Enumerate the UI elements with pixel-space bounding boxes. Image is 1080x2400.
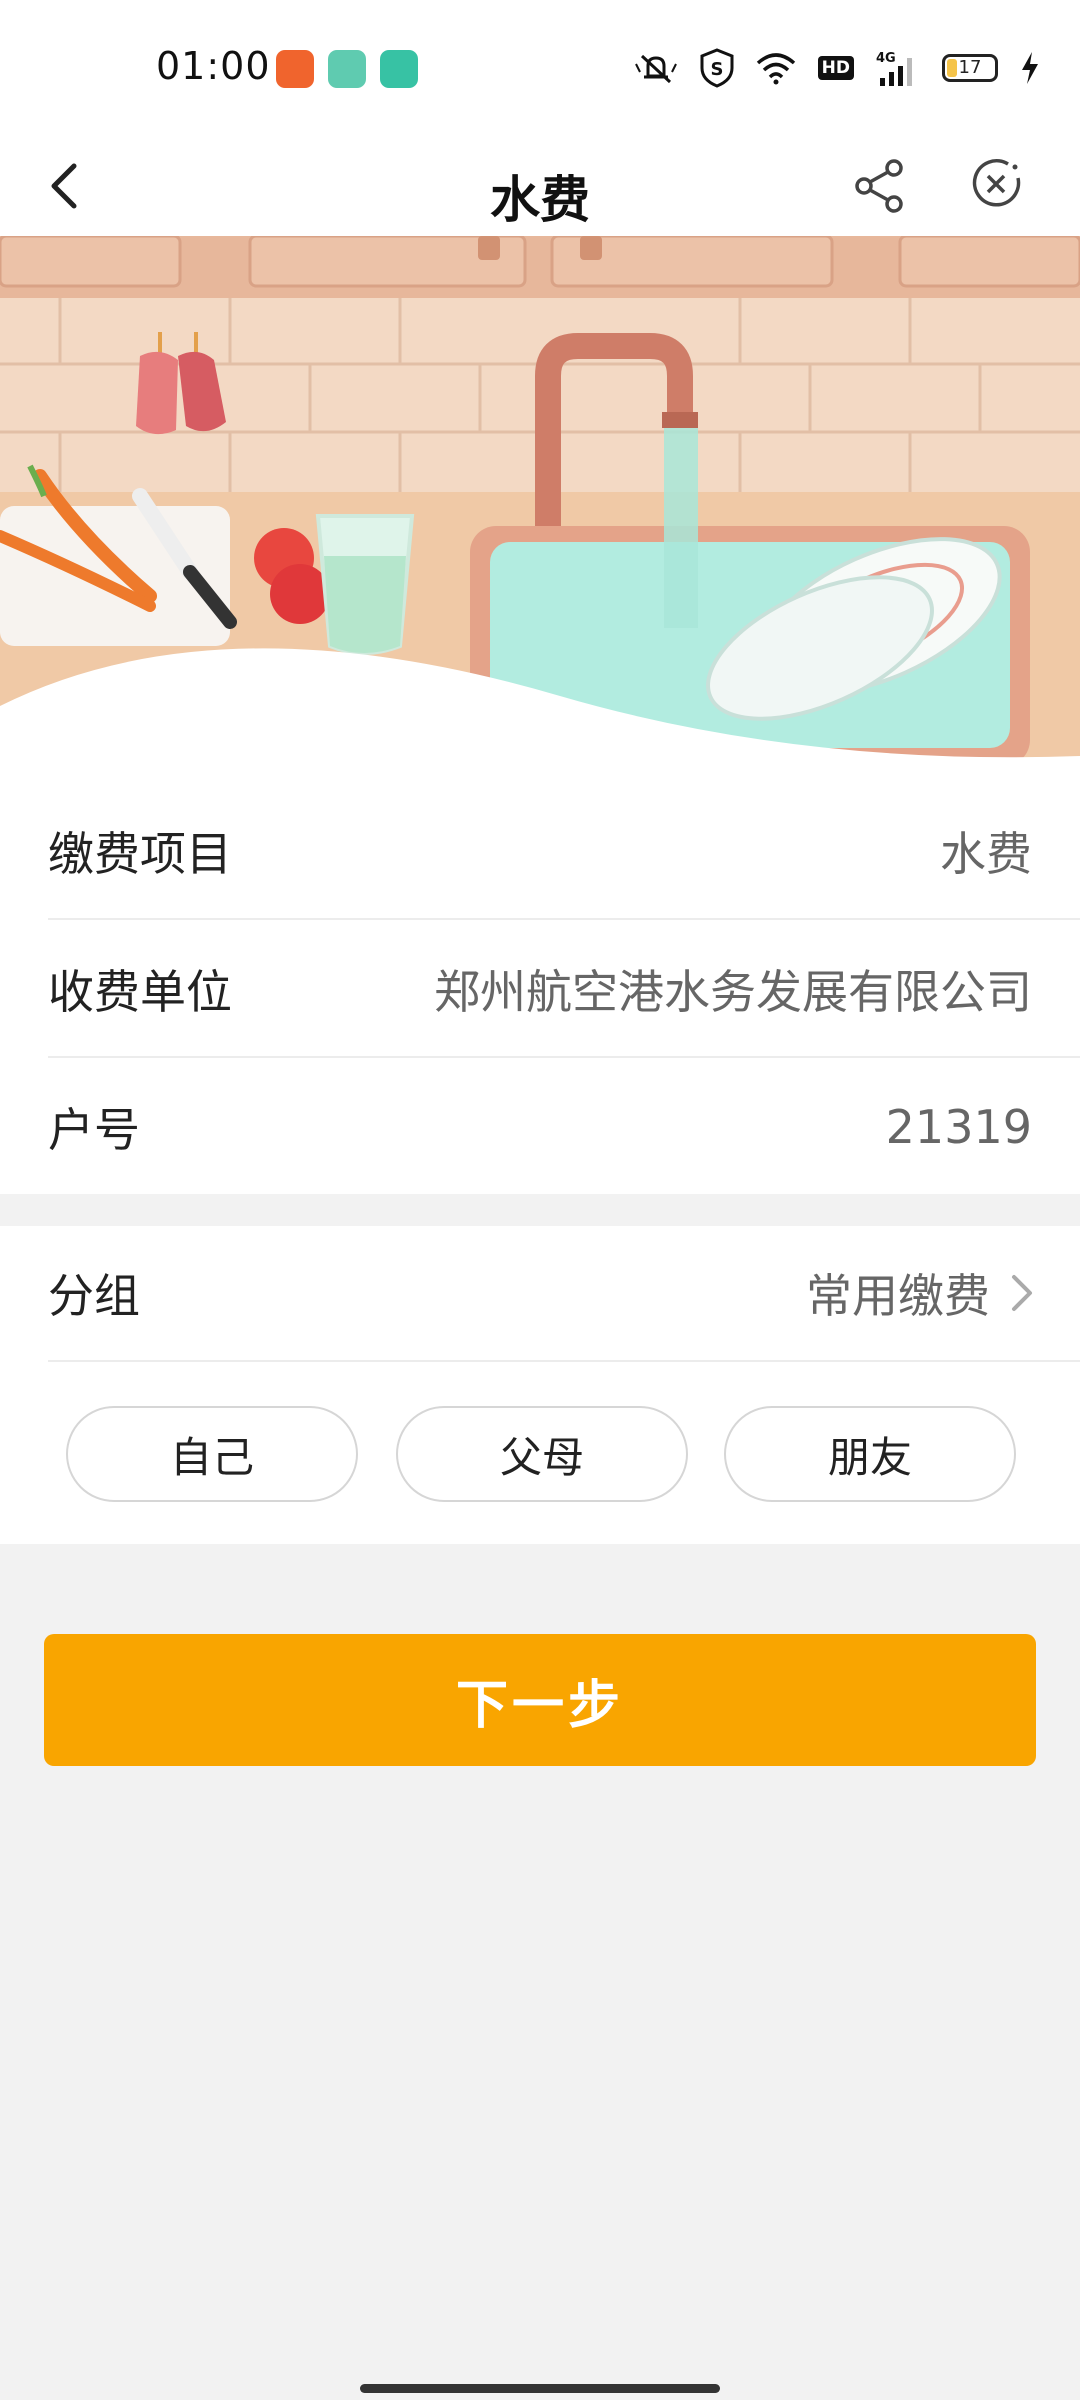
group-value: 常用缴费 (806, 1269, 990, 1323)
hd-badge: HD (817, 56, 854, 80)
silent-bell-icon (634, 54, 677, 84)
status-icons: S HD 4G 17 (634, 44, 1040, 92)
network-type-label: 4G (876, 51, 896, 66)
group-label: 分组 (48, 1269, 140, 1323)
svg-text:S: S (710, 59, 723, 80)
account-number-value: 21319 (885, 1100, 1032, 1154)
shield-icon: S (700, 48, 734, 88)
signal-icon: 4G (876, 51, 912, 86)
battery-indicator: 17 (942, 54, 998, 82)
group-value-wrap: 常用缴费 (806, 1260, 1036, 1326)
group-card: 分组 常用缴费 自己 父母 朋友 (0, 1226, 1080, 1544)
multitask-app-icon (328, 50, 366, 88)
nav-bar: 水费 (0, 136, 1080, 236)
chevron-right-icon (1012, 1275, 1032, 1311)
charging-icon (1022, 52, 1038, 84)
account-number-label: 户号 (48, 1103, 140, 1157)
payment-item-value: 水费 (940, 827, 1032, 881)
group-chip-self[interactable]: 自己 (66, 1406, 358, 1502)
divider (48, 1360, 1080, 1362)
payment-details-card: 缴费项目 水费 收费单位 郑州航空港水务发展有限公司 户号 21319 (0, 782, 1080, 1194)
account-number-row: 户号 21319 (48, 1058, 1080, 1196)
wifi-icon (756, 53, 795, 85)
status-time: 01:00 (156, 44, 271, 88)
group-selector[interactable]: 分组 常用缴费 (48, 1226, 1080, 1360)
billing-unit-value: 郑州航空港水务发展有限公司 (434, 965, 1032, 1019)
billing-unit-row: 收费单位 郑州航空港水务发展有限公司 (48, 920, 1080, 1058)
kitchen-sink-illustration (0, 236, 1080, 782)
status-bar: 01:00 S HD 4G 17 (0, 0, 1080, 136)
taobao-app-icon (276, 50, 314, 88)
billing-unit-label: 收费单位 (48, 965, 232, 1019)
close-circle-icon[interactable] (966, 154, 1026, 214)
chat-app-icon (380, 50, 418, 88)
next-step-button[interactable]: 下一步 (44, 1634, 1036, 1766)
group-chip-parents[interactable]: 父母 (396, 1406, 688, 1502)
payment-item-label: 缴费项目 (48, 827, 232, 881)
payment-item-row: 缴费项目 水费 (48, 782, 1080, 920)
share-icon[interactable] (850, 156, 910, 216)
home-indicator[interactable] (360, 2384, 720, 2393)
group-chip-friends[interactable]: 朋友 (724, 1406, 1016, 1502)
page-title: 水费 (490, 171, 590, 229)
